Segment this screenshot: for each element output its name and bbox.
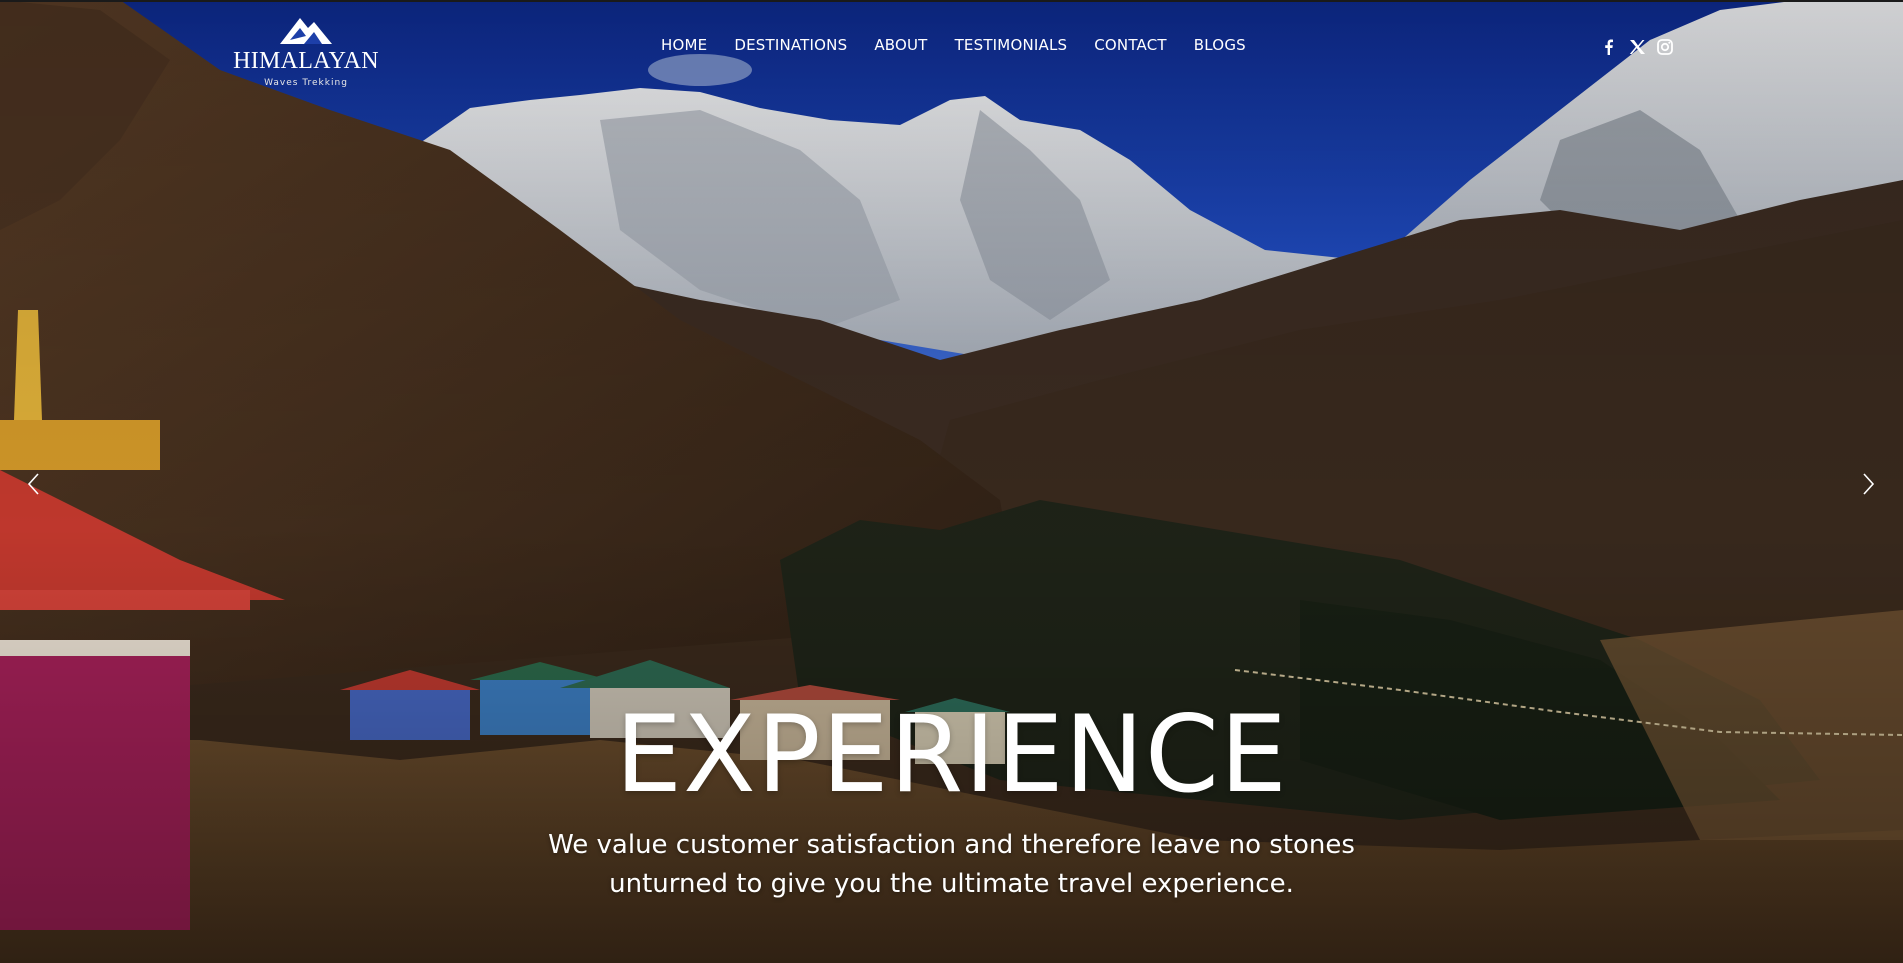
nav-destinations[interactable]: DESTINATIONS [734, 36, 847, 58]
facebook-icon[interactable] [1600, 38, 1618, 56]
top-border [0, 0, 1903, 2]
nav-about[interactable]: ABOUT [874, 36, 927, 58]
brand-name: HIMALAYAN [233, 48, 379, 74]
hero-title: EXPERIENCE [615, 693, 1288, 816]
x-icon[interactable] [1628, 38, 1646, 56]
mountain-logo-icon [274, 10, 338, 53]
nav-blogs[interactable]: BLOGS [1194, 36, 1246, 58]
nav-home[interactable]: HOME [661, 36, 707, 58]
chevron-right-icon[interactable] [1858, 470, 1878, 498]
site-logo[interactable]: HIMALAYAN Waves Trekking [226, 10, 386, 88]
chevron-left-icon[interactable] [24, 470, 44, 498]
brand-tagline: Waves Trekking [264, 78, 348, 88]
nav-contact[interactable]: CONTACT [1094, 36, 1167, 58]
instagram-icon[interactable] [1656, 38, 1674, 56]
nav-testimonials[interactable]: TESTIMONIALS [955, 36, 1068, 58]
social-links [1600, 38, 1674, 56]
main-nav: HOME DESTINATIONS ABOUT TESTIMONIALS CON… [661, 36, 1273, 58]
hero-background-image [0, 0, 1903, 963]
hero-subtitle: We value customer satisfaction and there… [548, 830, 1355, 899]
hero-slider [0, 0, 1903, 963]
